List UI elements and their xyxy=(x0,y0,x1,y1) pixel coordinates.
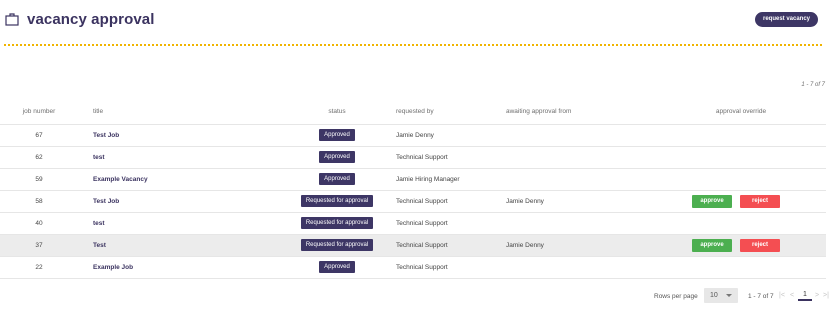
status-cell: Approved xyxy=(278,168,396,191)
requested-by: Jamie Denny xyxy=(396,124,506,147)
header-divider xyxy=(4,44,822,46)
status-cell: Approved xyxy=(278,124,396,147)
status-badge: Requested for approval xyxy=(300,217,374,229)
rows-per-page-label: Rows per page xyxy=(654,293,698,300)
status-cell: Requested for approval xyxy=(278,234,396,257)
status-cell: Approved xyxy=(278,256,396,279)
requested-by: Technical Support xyxy=(396,256,506,279)
status-badge: Approved xyxy=(319,129,355,141)
job-title-link[interactable]: Example Vacancy xyxy=(78,168,278,191)
job-title-link[interactable]: Test Job xyxy=(78,124,278,147)
col-job-number[interactable]: job number xyxy=(0,100,78,125)
chevron-down-icon xyxy=(726,294,732,297)
requested-by: Technical Support xyxy=(396,212,506,235)
page-range: 1 - 7 of 7 xyxy=(748,293,774,300)
awaiting-approval-from xyxy=(506,124,676,147)
top-record-count: 1 - 7 of 7 xyxy=(801,82,825,88)
approve-button[interactable]: approve xyxy=(692,194,732,208)
status-badge: Approved xyxy=(319,261,355,273)
requested-by: Technical Support xyxy=(396,234,506,257)
requested-by: Technical Support xyxy=(396,146,506,169)
briefcase-icon xyxy=(5,13,19,26)
col-status[interactable]: status xyxy=(278,100,396,125)
status-cell: Approved xyxy=(278,146,396,169)
awaiting-approval-from: Jamie Denny xyxy=(506,190,676,213)
table-row[interactable]: 40 test Requested for approval Technical… xyxy=(0,212,826,235)
status-badge: Approved xyxy=(319,173,355,185)
job-number: 40 xyxy=(0,212,78,235)
table-row[interactable]: 59 Example Vacancy Approved Jamie Hiring… xyxy=(0,168,826,191)
awaiting-approval-from xyxy=(506,146,676,169)
last-page-icon[interactable]: >| xyxy=(823,292,829,299)
status-badge: Requested for approval xyxy=(300,239,374,251)
job-number: 22 xyxy=(0,256,78,279)
job-title-link[interactable]: test xyxy=(78,212,278,235)
table-row[interactable]: 62 test Approved Technical Support xyxy=(0,146,826,169)
pagination: Rows per page 10 1 - 7 of 7 |< < 1 > >| xyxy=(0,288,840,308)
awaiting-approval-from: Jamie Denny xyxy=(506,234,676,257)
col-awaiting-approval[interactable]: awaiting approval from xyxy=(506,100,676,125)
awaiting-approval-from xyxy=(506,212,676,235)
awaiting-approval-from xyxy=(506,256,676,279)
status-badge: Approved xyxy=(319,151,355,163)
status-cell: Requested for approval xyxy=(278,212,396,235)
job-number: 58 xyxy=(0,190,78,213)
status-badge: Requested for approval xyxy=(300,195,374,207)
job-title-link[interactable]: test xyxy=(78,146,278,169)
requested-by: Technical Support xyxy=(396,190,506,213)
requested-by: Jamie Hiring Manager xyxy=(396,168,506,191)
col-approval-override: approval override xyxy=(676,100,826,125)
status-cell: Requested for approval xyxy=(278,190,396,213)
override-cell: approve reject xyxy=(676,234,826,257)
request-vacancy-button[interactable]: request vacancy xyxy=(755,12,818,27)
table-row[interactable]: 37 Test Requested for approval Technical… xyxy=(0,234,826,257)
override-cell xyxy=(676,212,826,235)
job-number: 67 xyxy=(0,124,78,147)
prev-page-icon[interactable]: < xyxy=(790,292,794,299)
first-page-icon[interactable]: |< xyxy=(779,292,785,299)
job-title-link[interactable]: Test xyxy=(78,234,278,257)
override-cell xyxy=(676,256,826,279)
approve-button[interactable]: approve xyxy=(692,238,732,252)
table-row[interactable]: 67 Test Job Approved Jamie Denny xyxy=(0,124,826,147)
job-number: 37 xyxy=(0,234,78,257)
current-page[interactable]: 1 xyxy=(798,291,812,301)
table-row[interactable]: 22 Example Job Approved Technical Suppor… xyxy=(0,256,826,279)
job-number: 62 xyxy=(0,146,78,169)
page-header: vacancy approval request vacancy xyxy=(0,0,840,44)
override-cell xyxy=(676,124,826,147)
reject-button[interactable]: reject xyxy=(740,238,780,252)
table-header-row: job number title status requested by awa… xyxy=(0,100,826,125)
vacancy-table: job number title status requested by awa… xyxy=(0,100,826,279)
awaiting-approval-from xyxy=(506,168,676,191)
job-title-link[interactable]: Example Job xyxy=(78,256,278,279)
next-page-icon[interactable]: > xyxy=(815,292,819,299)
job-number: 59 xyxy=(0,168,78,191)
override-cell: approve reject xyxy=(676,190,826,213)
override-cell xyxy=(676,146,826,169)
col-requested-by[interactable]: requested by xyxy=(396,100,506,125)
rows-per-page-select[interactable]: 10 xyxy=(704,288,738,303)
reject-button[interactable]: reject xyxy=(740,194,780,208)
page-title: vacancy approval xyxy=(27,11,155,28)
job-title-link[interactable]: Test Job xyxy=(78,190,278,213)
table-row[interactable]: 58 Test Job Requested for approval Techn… xyxy=(0,190,826,213)
override-cell xyxy=(676,168,826,191)
rows-per-page-value: 10 xyxy=(710,292,718,299)
col-title[interactable]: title xyxy=(78,100,278,125)
